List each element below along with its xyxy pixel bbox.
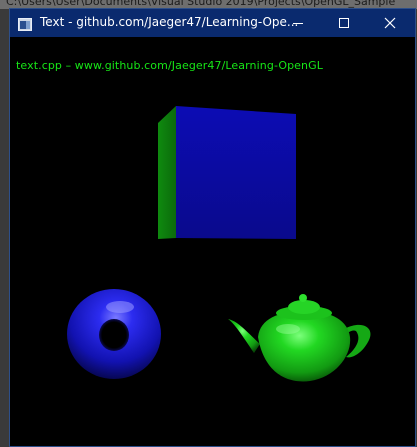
background-window-title: C:\Users\User\Documents\Visual Studio 20… xyxy=(6,0,396,8)
opengl-canvas[interactable]: text.cpp – www.github.com/Jaeger47/Learn… xyxy=(10,37,415,446)
app-icon xyxy=(18,16,32,31)
close-button[interactable] xyxy=(367,9,413,37)
overlay-text: text.cpp – www.github.com/Jaeger47/Learn… xyxy=(16,59,323,72)
cube-object xyxy=(158,106,296,239)
window-title: Text - github.com/Jaeger47/Learning-Ope.… xyxy=(40,15,299,29)
app-window: Text - github.com/Jaeger47/Learning-Ope.… xyxy=(9,8,416,447)
maximize-button[interactable] xyxy=(321,9,367,37)
minimize-icon xyxy=(292,14,304,33)
close-icon xyxy=(384,14,396,33)
maximize-icon xyxy=(338,14,350,33)
torus-object xyxy=(67,289,161,379)
title-bar[interactable]: Text - github.com/Jaeger47/Learning-Ope.… xyxy=(10,9,415,37)
minimize-button[interactable] xyxy=(275,9,321,37)
scene-render xyxy=(67,106,371,382)
teapot-object xyxy=(228,294,371,382)
